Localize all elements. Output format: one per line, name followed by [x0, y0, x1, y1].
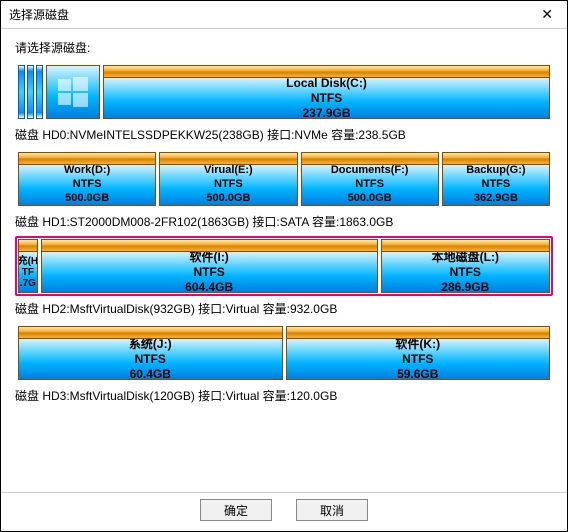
window-title: 选择源磁盘	[9, 6, 69, 23]
partition-size: 500.0GB	[348, 192, 392, 205]
partition-body: Virual(E:)NTFS500.0GB	[160, 165, 296, 205]
disk-row[interactable]: Local Disk(C:)NTFS237.9GB	[15, 62, 553, 122]
partition[interactable]: Backup(G:)NTFS362.9GB	[442, 152, 550, 206]
titlebar: 选择源磁盘 ✕	[1, 1, 567, 29]
partition-body: 软件(I:)NTFS604.4GB	[42, 252, 377, 292]
disk-caption: 磁盘 HD1:ST2000DM008-2FR102(1863GB) 接口:SAT…	[15, 213, 553, 230]
partition-size: .7G	[20, 278, 36, 289]
partition-header	[160, 153, 296, 165]
disk-block: Local Disk(C:)NTFS237.9GB 磁盘 HD0:NVMeINTE…	[15, 62, 553, 143]
partition-fs: NTFS	[135, 352, 166, 367]
partition-name: Documents(F:)	[331, 165, 409, 178]
partition-name: Backup(G:)	[466, 165, 525, 178]
partition-size: 237.9GB	[302, 106, 350, 119]
disk-block: 充(HTF.7G软件(I:)NTFS604.4GB本地磁盘(L:)NTFS286…	[15, 236, 553, 317]
partition-fs: NTFS	[214, 178, 243, 192]
partition-header	[382, 240, 549, 252]
partition-name: 本地磁盘(L:)	[432, 252, 499, 265]
disk-caption: 磁盘 HD3:MsftVirtualDisk(120GB) 接口:Virtual…	[15, 387, 553, 404]
partition-header	[19, 327, 282, 339]
windows-icon	[46, 65, 100, 119]
partition-size: 59.6GB	[397, 367, 438, 380]
partition-body: 软件(K:)NTFS59.6GB	[287, 339, 550, 379]
partition-fs: NTFS	[73, 178, 102, 192]
partition-fs: NTFS	[311, 91, 342, 106]
partition-header	[302, 153, 438, 165]
footer: 确定 取消	[1, 492, 567, 531]
partition-fs: NTFS	[193, 265, 224, 280]
partition-name: Local Disk(C:)	[286, 78, 367, 91]
disk-block: Work(D:)NTFS500.0GBVirual(E:)NTFS500.0GB…	[15, 149, 553, 230]
partition-size: 60.4GB	[130, 367, 171, 380]
partition-size: 362.9GB	[474, 192, 518, 205]
partition-body: Documents(F:)NTFS500.0GB	[302, 165, 438, 205]
dialog-window: 选择源磁盘 ✕ 请选择源磁盘: Local Disk(C:)NTFS237.9G…	[0, 0, 568, 532]
partition-name: 系统(J:)	[129, 339, 172, 352]
partition[interactable]: Work(D:)NTFS500.0GB	[18, 152, 156, 206]
partition[interactable]: 充(HTF.7G	[18, 239, 38, 293]
partition[interactable]: 软件(I:)NTFS604.4GB	[41, 239, 378, 293]
partition-header	[19, 240, 37, 252]
partition-header	[104, 66, 549, 78]
stripe	[36, 65, 43, 119]
partition-size: 500.0GB	[206, 192, 250, 205]
partition-size: 500.0GB	[65, 192, 109, 205]
content-area: 请选择源磁盘: Local Disk(C:)NTFS237.9GB磁盘 HD0:…	[1, 29, 567, 492]
partition-fs: NTFS	[482, 178, 511, 192]
partition-size: 604.4GB	[185, 280, 233, 293]
partition[interactable]: 软件(K:)NTFS59.6GB	[286, 326, 551, 380]
partition-name: Work(D:)	[64, 165, 110, 178]
partition-body: Work(D:)NTFS500.0GB	[19, 165, 155, 205]
partition[interactable]: Local Disk(C:)NTFS237.9GB	[103, 65, 550, 119]
partition[interactable]: Documents(F:)NTFS500.0GB	[301, 152, 439, 206]
partition-name: 软件(I:)	[189, 252, 228, 265]
disk-caption: 磁盘 HD2:MsftVirtualDisk(932GB) 接口:Virtual…	[15, 300, 553, 317]
partition-name: 充(H	[19, 256, 37, 267]
disk-row[interactable]: 系统(J:)NTFS60.4GB软件(K:)NTFS59.6GB	[15, 323, 553, 383]
partition-header	[443, 153, 549, 165]
partition-fs: TF	[22, 267, 34, 278]
partition-size: 286.9GB	[441, 280, 489, 293]
partition-fs: NTFS	[450, 265, 481, 280]
partition[interactable]: 系统(J:)NTFS60.4GB	[18, 326, 283, 380]
partition-body: Backup(G:)NTFS362.9GB	[443, 165, 549, 205]
prompt-label: 请选择源磁盘:	[15, 39, 553, 56]
partition-name: 软件(K:)	[395, 339, 440, 352]
disk-row[interactable]: Work(D:)NTFS500.0GBVirual(E:)NTFS500.0GB…	[15, 149, 553, 209]
disk-list: Local Disk(C:)NTFS237.9GB磁盘 HD0:NVMeINTE…	[15, 62, 553, 482]
partition-header	[42, 240, 377, 252]
stripe	[18, 65, 25, 119]
close-icon[interactable]: ✕	[533, 4, 561, 25]
partition-fs: NTFS	[355, 178, 384, 192]
partition-body: 系统(J:)NTFS60.4GB	[19, 339, 282, 379]
cancel-button[interactable]: 取消	[296, 499, 368, 521]
ok-button[interactable]: 确定	[200, 499, 272, 521]
partition-body: 本地磁盘(L:)NTFS286.9GB	[382, 252, 549, 292]
stripe	[27, 65, 34, 119]
disk-block: 系统(J:)NTFS60.4GB软件(K:)NTFS59.6GB磁盘 HD3:M…	[15, 323, 553, 404]
reserved-stripes	[18, 65, 43, 119]
partition-header	[19, 153, 155, 165]
partition-fs: NTFS	[402, 352, 433, 367]
partition-body: 充(HTF.7G	[19, 252, 37, 292]
partition-name: Virual(E:)	[204, 165, 253, 178]
disk-caption: 磁盘 HD0:NVMeINTELSSDPEKKW25(238GB) 接口:NVM…	[15, 126, 553, 143]
partition[interactable]: 本地磁盘(L:)NTFS286.9GB	[381, 239, 550, 293]
disk-row[interactable]: 充(HTF.7G软件(I:)NTFS604.4GB本地磁盘(L:)NTFS286…	[15, 236, 553, 296]
partition[interactable]: Virual(E:)NTFS500.0GB	[159, 152, 297, 206]
partition-body: Local Disk(C:)NTFS237.9GB	[104, 78, 549, 118]
partition-header	[287, 327, 550, 339]
